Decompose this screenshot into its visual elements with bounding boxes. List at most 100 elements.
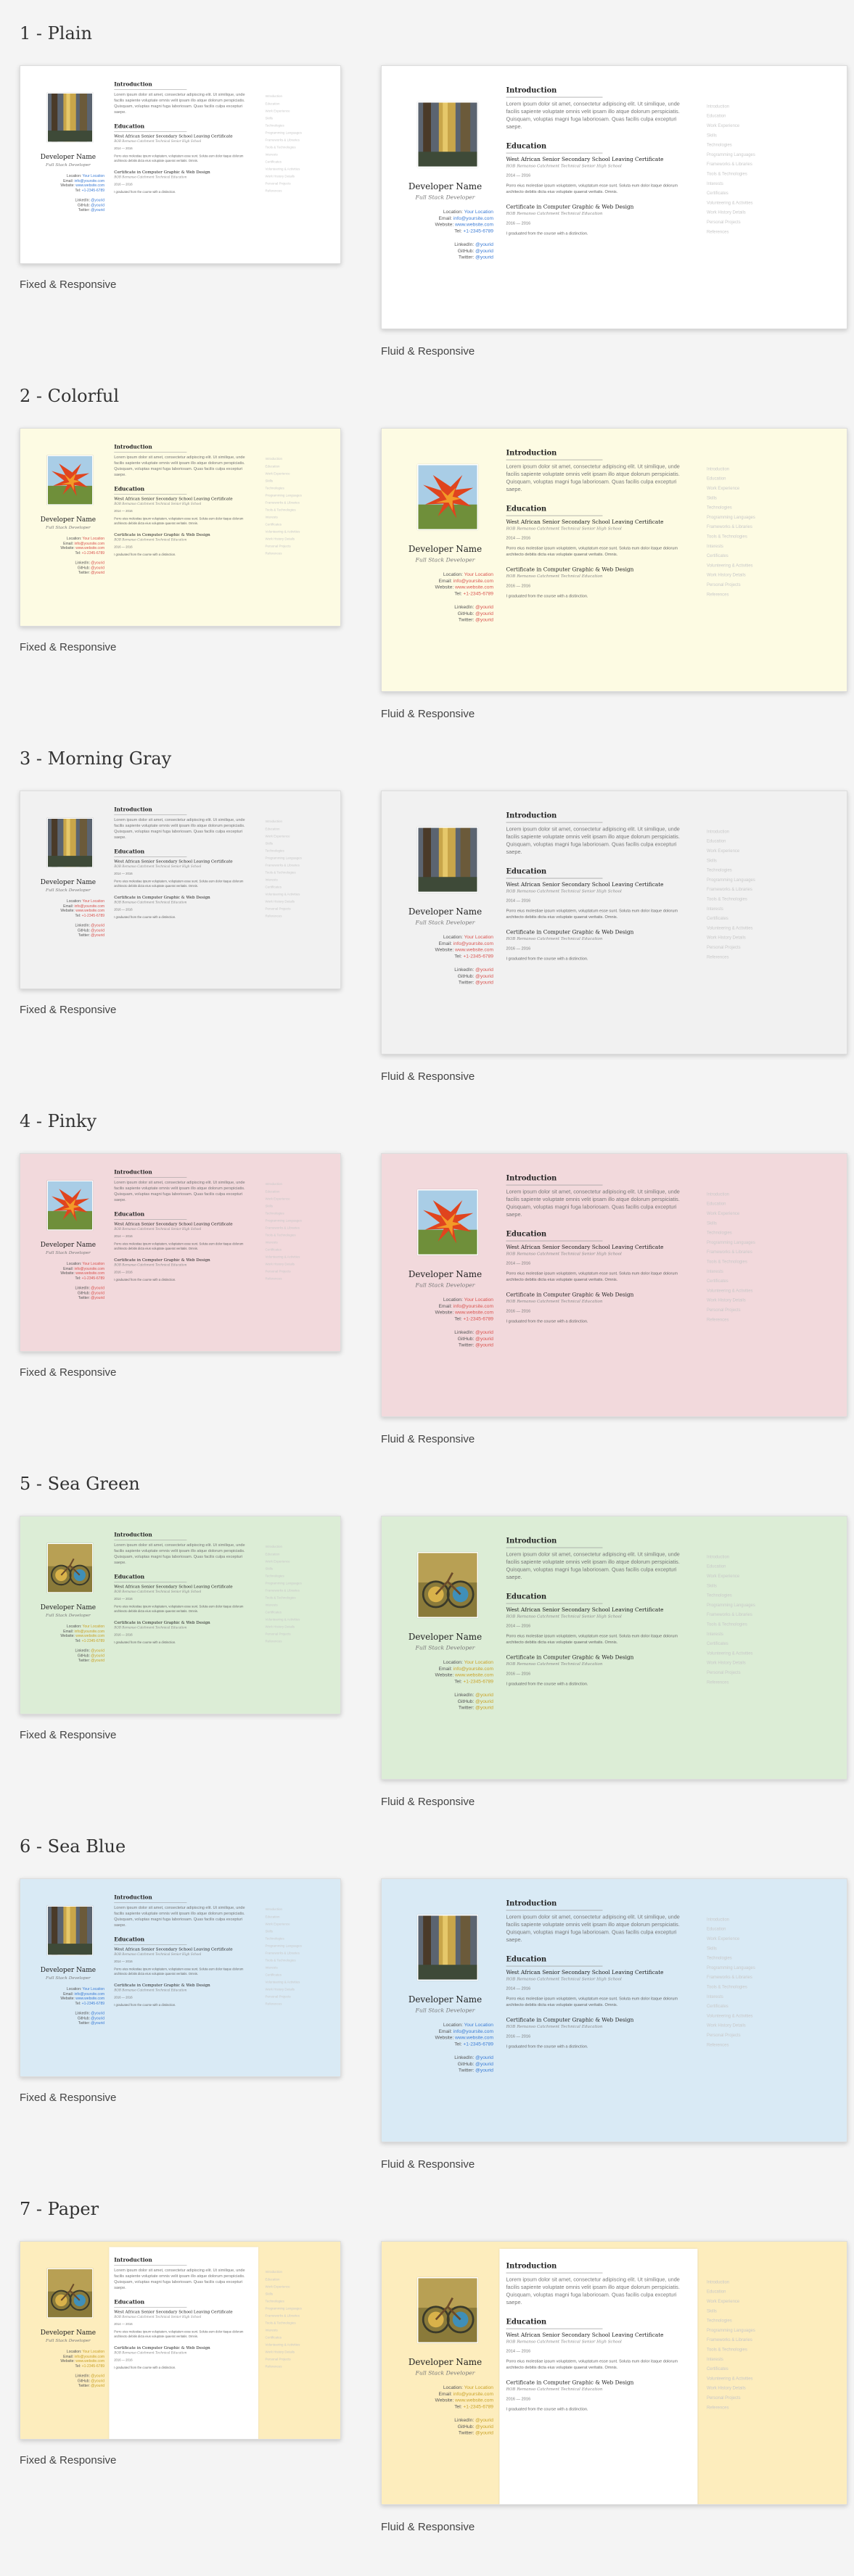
- side-nav-link[interactable]: References: [707, 227, 788, 236]
- side-nav-link[interactable]: References: [266, 187, 327, 194]
- side-nav-link[interactable]: References: [266, 1638, 327, 1645]
- side-nav-link[interactable]: Work Experience: [707, 846, 788, 856]
- social-link[interactable]: @yourid: [475, 2424, 493, 2430]
- side-nav-link[interactable]: Programming Languages: [266, 1217, 327, 1224]
- side-nav-link[interactable]: Work History Details: [707, 570, 788, 579]
- side-nav-link[interactable]: Introduction: [266, 93, 327, 100]
- side-nav-link[interactable]: Interests: [266, 513, 327, 521]
- side-nav-link[interactable]: Volunteering & Activities: [707, 923, 788, 933]
- side-nav-link[interactable]: Skills: [266, 1928, 327, 1935]
- side-nav-link[interactable]: Work History Details: [266, 1986, 327, 1993]
- side-nav-link[interactable]: Volunteering & Activities: [266, 165, 327, 173]
- social-link[interactable]: @yourid: [91, 208, 104, 212]
- side-nav-link[interactable]: Technologies: [707, 1228, 788, 1237]
- contact-link[interactable]: Your Location: [464, 1297, 493, 1303]
- side-nav-link[interactable]: Tools & Technologies: [266, 1231, 327, 1239]
- contact-link[interactable]: info@yoursite.com: [453, 1666, 493, 1672]
- side-nav-link[interactable]: Interests: [707, 1266, 788, 1276]
- side-nav-link[interactable]: Interests: [266, 1964, 327, 1971]
- side-nav-link[interactable]: Certificates: [707, 1639, 788, 1648]
- contact-link[interactable]: www.website.com: [455, 585, 493, 590]
- side-nav-link[interactable]: Education: [266, 1188, 327, 1195]
- contact-link[interactable]: info@yoursite.com: [453, 578, 493, 584]
- side-nav-link[interactable]: Work Experience: [266, 1920, 327, 1928]
- side-nav-link[interactable]: Certificates: [707, 2002, 788, 2011]
- social-link[interactable]: @yourid: [91, 2374, 104, 2378]
- fluid-preview-card[interactable]: Developer Name Full Stack Developer Loca…: [381, 65, 847, 329]
- side-nav-link[interactable]: References: [266, 1275, 327, 1282]
- contact-link[interactable]: Your Location: [83, 899, 104, 904]
- fixed-preview-card[interactable]: Developer Name Full Stack Developer Loca…: [20, 790, 341, 989]
- side-nav-link[interactable]: Certificates: [707, 189, 788, 198]
- side-nav-link[interactable]: Skills: [266, 477, 327, 484]
- side-nav-link[interactable]: Interests: [266, 151, 327, 158]
- contact-link[interactable]: Your Location: [83, 537, 104, 541]
- fixed-preview-card[interactable]: Developer Name Full Stack Developer Loca…: [20, 1516, 341, 1714]
- side-nav-link[interactable]: Skills: [707, 493, 788, 503]
- social-link[interactable]: @yourid: [475, 2055, 493, 2060]
- side-nav-link[interactable]: Skills: [266, 840, 327, 847]
- social-link[interactable]: @yourid: [475, 980, 493, 986]
- contact-link[interactable]: www.website.com: [455, 222, 493, 228]
- side-nav-link[interactable]: Interests: [266, 1601, 327, 1609]
- social-link[interactable]: @yourid: [475, 242, 493, 247]
- side-nav-link[interactable]: Personal Projects: [266, 180, 327, 187]
- side-nav-link[interactable]: Education: [707, 1561, 788, 1571]
- side-nav-link[interactable]: Volunteering & Activities: [266, 528, 327, 535]
- side-nav-link[interactable]: Programming Languages: [266, 1942, 327, 1949]
- contact-link[interactable]: +1-2345-6789: [463, 1679, 493, 1685]
- side-nav-link[interactable]: Technologies: [266, 1210, 327, 1217]
- side-nav-link[interactable]: Tools & Technologies: [707, 1257, 788, 1266]
- contact-link[interactable]: +1-2345-6789: [463, 228, 493, 234]
- side-nav-link[interactable]: Skills: [266, 1202, 327, 1210]
- social-link[interactable]: @yourid: [91, 1291, 104, 1295]
- contact-link[interactable]: info@yoursite.com: [453, 2028, 493, 2034]
- fluid-preview-card[interactable]: Developer Name Full Stack Developer Loca…: [381, 1153, 847, 1417]
- side-nav-link[interactable]: Tools & Technologies: [266, 506, 327, 513]
- side-nav-link[interactable]: Volunteering & Activities: [266, 1616, 327, 1623]
- contact-link[interactable]: +1-2345-6789: [82, 550, 104, 555]
- side-nav-link[interactable]: Personal Projects: [707, 580, 788, 590]
- social-link[interactable]: @yourid: [475, 1705, 493, 1711]
- side-nav-link[interactable]: Certificates: [266, 1609, 327, 1616]
- contact-link[interactable]: info@yoursite.com: [74, 1266, 104, 1271]
- side-nav-link[interactable]: References: [266, 2363, 327, 2370]
- side-nav-link[interactable]: Work History Details: [707, 2383, 788, 2393]
- contact-link[interactable]: info@yoursite.com: [74, 2354, 104, 2358]
- side-nav-link[interactable]: Tools & Technologies: [707, 2345, 788, 2354]
- side-nav-link[interactable]: Certificates: [266, 1246, 327, 1253]
- side-nav-link[interactable]: Interests: [707, 1629, 788, 1638]
- social-link[interactable]: @yourid: [91, 571, 104, 575]
- contact-link[interactable]: Your Location: [83, 2350, 104, 2354]
- side-nav-link[interactable]: References: [707, 1677, 788, 1687]
- social-link[interactable]: @yourid: [91, 1659, 104, 1663]
- side-nav-link[interactable]: Introduction: [266, 2269, 327, 2276]
- contact-link[interactable]: www.website.com: [75, 909, 104, 913]
- side-nav-link[interactable]: Tools & Technologies: [266, 2319, 327, 2327]
- side-nav-link[interactable]: Personal Projects: [707, 943, 788, 952]
- side-nav-link[interactable]: Introduction: [266, 455, 327, 463]
- contact-link[interactable]: +1-2345-6789: [82, 1638, 104, 1643]
- contact-link[interactable]: Your Location: [464, 571, 493, 577]
- side-nav-link[interactable]: Education: [266, 825, 327, 833]
- side-nav-link[interactable]: Programming Languages: [707, 513, 788, 522]
- contact-link[interactable]: +1-2345-6789: [82, 2001, 104, 2005]
- side-nav-link[interactable]: Interests: [707, 904, 788, 913]
- side-nav-link[interactable]: Skills: [266, 1565, 327, 1572]
- side-nav-link[interactable]: Programming Languages: [707, 2326, 788, 2335]
- social-link[interactable]: @yourid: [475, 604, 493, 610]
- side-nav-link[interactable]: Technologies: [266, 1572, 327, 1580]
- social-link[interactable]: @yourid: [475, 1336, 493, 1342]
- social-link[interactable]: @yourid: [91, 198, 104, 202]
- side-nav-link[interactable]: Volunteering & Activities: [707, 1648, 788, 1658]
- contact-link[interactable]: info@yoursite.com: [74, 178, 104, 183]
- side-nav-link[interactable]: Volunteering & Activities: [266, 891, 327, 898]
- contact-link[interactable]: www.website.com: [455, 2035, 493, 2041]
- side-nav-link[interactable]: Education: [266, 2276, 327, 2283]
- side-nav-link[interactable]: Work History Details: [707, 2020, 788, 2030]
- side-nav-link[interactable]: Personal Projects: [266, 2356, 327, 2363]
- contact-link[interactable]: www.website.com: [75, 2359, 104, 2364]
- side-nav-link[interactable]: Work Experience: [266, 1558, 327, 1565]
- contact-link[interactable]: info@yoursite.com: [453, 215, 493, 221]
- contact-link[interactable]: www.website.com: [75, 1271, 104, 1276]
